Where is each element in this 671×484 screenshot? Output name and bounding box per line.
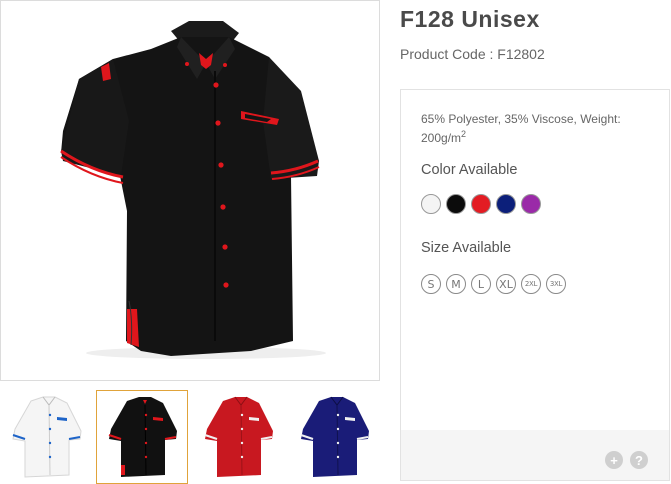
material-unit-superscript: 2: [461, 129, 467, 139]
material-description: 65% Polyester, 35% Viscose, Weight: 200g…: [421, 110, 651, 148]
size-option-l[interactable]: L: [471, 274, 491, 294]
color-swatch-navy[interactable]: [496, 194, 516, 214]
product-title: F128 Unisex: [400, 6, 540, 32]
color-swatch-black[interactable]: [446, 194, 466, 214]
color-swatch-white[interactable]: [421, 194, 441, 214]
black-shirt-image: [60, 21, 326, 359]
size-option-2xl[interactable]: 2XL: [521, 274, 541, 294]
white-shirt-image: [12, 396, 82, 478]
product-details-panel: 65% Polyester, 35% Viscose, Weight: 200g…: [400, 89, 670, 481]
size-option-xl[interactable]: XL: [496, 274, 516, 294]
red-shirt-image: [204, 396, 273, 477]
color-swatch-red[interactable]: [471, 194, 491, 214]
panel-footer: + ?: [401, 430, 669, 480]
thumbnail-navy-shirt[interactable]: [288, 390, 380, 484]
product-code: Product Code : F12802: [400, 46, 545, 62]
question-icon[interactable]: ?: [630, 451, 648, 469]
thumbnail-gallery: [0, 390, 380, 484]
plus-icon[interactable]: +: [605, 451, 623, 469]
black-shirt-thumbnail-image: [108, 397, 177, 477]
thumbnail-white-shirt[interactable]: [0, 390, 92, 484]
color-heading: Color Available: [421, 162, 518, 178]
navy-shirt-image: [300, 396, 369, 477]
size-option-3xl[interactable]: 3XL: [546, 274, 566, 294]
size-option-s[interactable]: S: [421, 274, 441, 294]
thumbnail-red-shirt[interactable]: [192, 390, 284, 484]
main-product-image[interactable]: [0, 0, 380, 381]
thumbnail-black-shirt[interactable]: [96, 390, 188, 484]
size-option-m[interactable]: M: [446, 274, 466, 294]
size-heading: Size Available: [421, 240, 512, 256]
material-text: 65% Polyester, 35% Viscose, Weight: 200g…: [421, 112, 621, 145]
color-swatch-purple[interactable]: [521, 194, 541, 214]
